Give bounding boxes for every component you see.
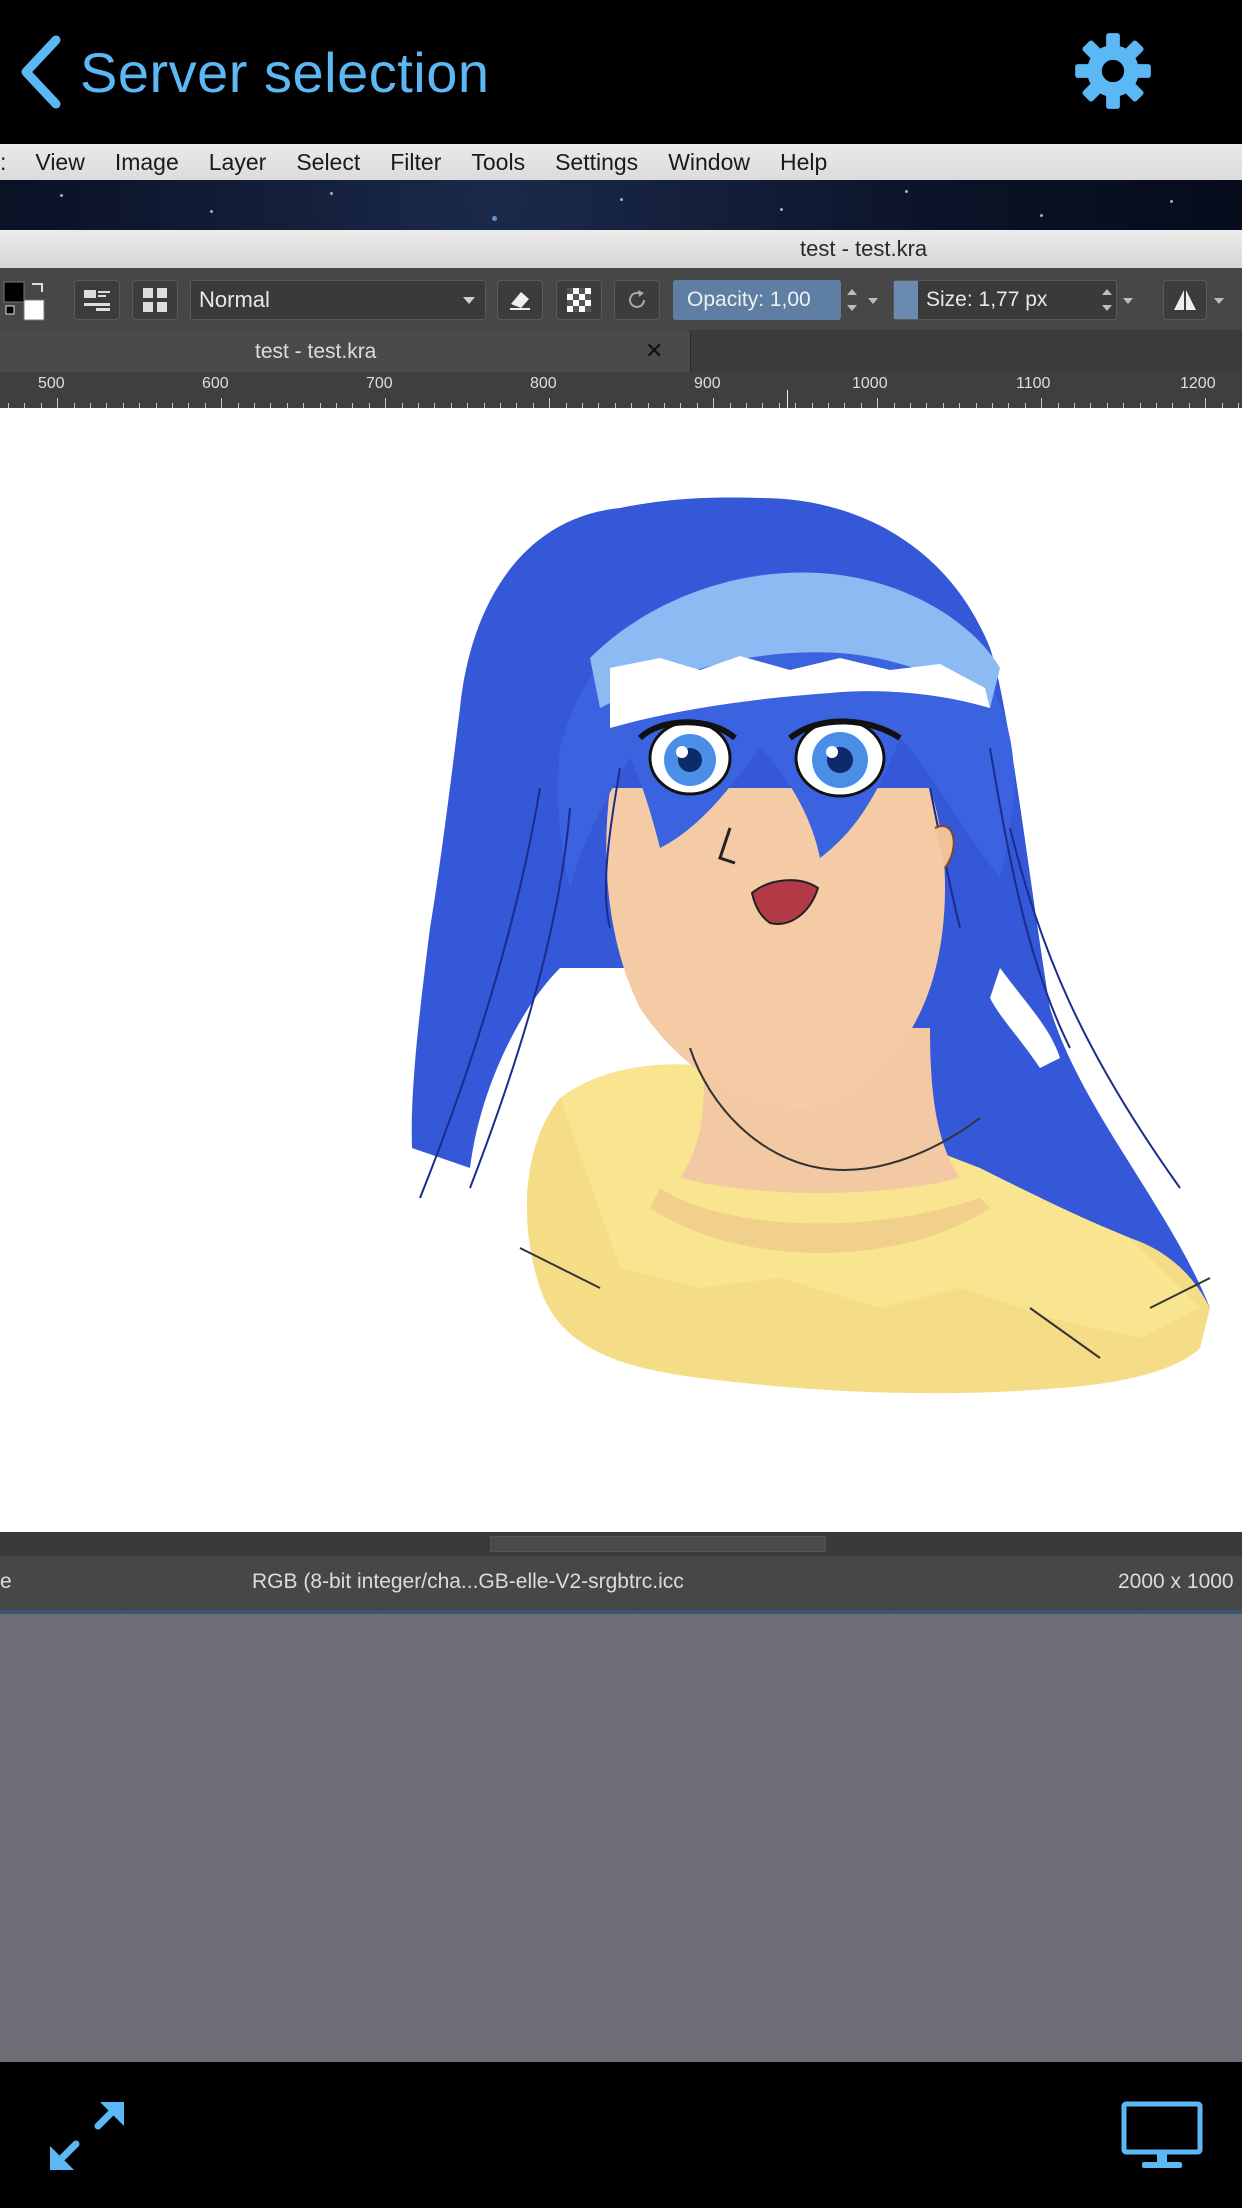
ruler-tick (713, 398, 714, 408)
menu-item-select[interactable]: Select (281, 149, 375, 176)
desktop-wallpaper-strip (0, 180, 1242, 230)
fullscreen-toggle-icon (50, 2102, 124, 2170)
eraser-toggle-button[interactable] (497, 280, 543, 320)
fullscreen-toggle-button[interactable] (46, 2098, 128, 2174)
app-menu-bar: : View Image Layer Select Filter Tools S… (0, 144, 1242, 180)
scrollbar-thumb[interactable] (490, 1536, 826, 1552)
monitor-icon (1121, 2101, 1203, 2168)
grid-presets-icon (143, 288, 167, 312)
ruler-label: 800 (530, 375, 557, 392)
document-tab-label: test - test.kra (255, 340, 377, 363)
ruler-tick (385, 398, 386, 408)
cursor-position-marker (787, 390, 788, 408)
menu-item-window[interactable]: Window (653, 149, 765, 176)
document-tab-bar: test - test.kra ✕ (0, 330, 1242, 372)
opacity-menu-caret-icon[interactable] (868, 298, 878, 304)
opacity-spinner[interactable] (843, 280, 861, 320)
settings-button[interactable] (1070, 28, 1156, 114)
select-screen-button[interactable] (1120, 2100, 1204, 2172)
status-left-text: e (0, 1570, 12, 1593)
preserve-alpha-button[interactable] (556, 280, 602, 320)
horizontal-scrollbar[interactable] (0, 1532, 1242, 1556)
menu-item-image[interactable]: Image (100, 149, 194, 176)
dropdown-caret-icon (463, 297, 475, 304)
anime-girl-artwork (411, 497, 1211, 1394)
menu-item-tools[interactable]: Tools (456, 149, 540, 176)
reload-icon (629, 290, 645, 308)
back-button[interactable]: Server selection (18, 30, 490, 114)
reload-preset-button[interactable] (614, 280, 660, 320)
brush-presets-button[interactable] (132, 280, 178, 320)
mirror-horizontal-icon (1174, 290, 1196, 310)
size-spinner[interactable] (1098, 280, 1116, 320)
color-swatches-icon[interactable] (2, 280, 50, 322)
blend-mode-value: Normal (199, 287, 270, 312)
brush-toolbar: Normal Opacity: 1,00 Size: 1,77 px (0, 268, 1242, 331)
horizontal-ruler: 500 600 700 800 900 1000 1100 1200 (0, 372, 1242, 409)
ruler-tick (1041, 398, 1042, 408)
menu-item-settings[interactable]: Settings (540, 149, 653, 176)
menu-item-help[interactable]: Help (765, 149, 842, 176)
menu-item-file-partial[interactable]: : (0, 149, 20, 176)
color-profile-label: RGB (8-bit integer/cha...GB-elle-V2-srgb… (252, 1570, 684, 1593)
ruler-tick (221, 398, 222, 408)
ruler-label: 1000 (852, 375, 888, 392)
chevron-left-icon (21, 35, 61, 109)
eraser-icon (510, 292, 530, 310)
ruler-label: 1200 (1180, 375, 1216, 392)
brush-editor-button[interactable] (74, 280, 120, 320)
image-dimensions-label: 2000 x 1000 (1118, 1570, 1234, 1593)
ruler-label: 500 (38, 375, 65, 392)
bottom-toolbar (0, 2062, 1242, 2208)
ruler-label: 900 (694, 375, 721, 392)
back-button-label: Server selection (80, 40, 490, 104)
ruler-label: 600 (202, 375, 229, 392)
mirror-menu-caret-icon[interactable] (1214, 298, 1224, 304)
ruler-tick (877, 398, 878, 408)
menu-item-layer[interactable]: Layer (194, 149, 282, 176)
mirror-button[interactable] (1163, 280, 1207, 320)
remote-desktop-view[interactable]: : View Image Layer Select Filter Tools S… (0, 144, 1242, 1614)
size-menu-caret-icon[interactable] (1123, 298, 1133, 304)
checkerboard-icon (567, 288, 591, 312)
ruler-tick (549, 398, 550, 408)
blend-mode-select[interactable]: Normal (190, 280, 486, 320)
status-bar: e RGB (8-bit integer/cha...GB-elle-V2-sr… (0, 1556, 1242, 1610)
close-tab-icon[interactable]: ✕ (645, 338, 663, 364)
empty-viewport-area (0, 1614, 1242, 2062)
window-title: test - test.kra (800, 236, 928, 261)
menu-item-filter[interactable]: Filter (375, 149, 456, 176)
ruler-tick (1205, 398, 1206, 408)
menu-item-view[interactable]: View (20, 149, 99, 176)
brush-size-value: Size: 1,77 px (926, 288, 1048, 311)
ruler-label: 1100 (1016, 375, 1051, 392)
opacity-slider[interactable]: Opacity: 1,00 (673, 280, 841, 320)
ruler-tick (57, 398, 58, 408)
brush-size-slider[interactable]: Size: 1,77 px (893, 280, 1117, 320)
document-tab[interactable]: test - test.kra ✕ (0, 330, 691, 372)
window-title-bar: test - test.kra (0, 230, 1242, 269)
drawing-canvas[interactable] (0, 408, 1242, 1532)
brush-settings-icon (84, 290, 110, 311)
gear-icon (1075, 33, 1151, 109)
brush-size-swatch (894, 281, 918, 319)
ruler-label: 700 (366, 375, 393, 392)
